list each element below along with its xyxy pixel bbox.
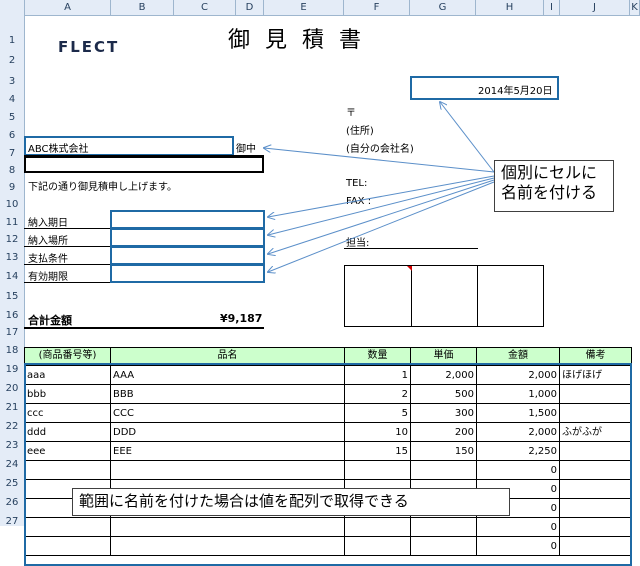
arrow-to-field-1: [268, 175, 495, 217]
arrow-to-field-3: [268, 179, 495, 254]
arrow-to-field-2: [268, 177, 495, 235]
arrow-to-customer: [264, 148, 495, 173]
annotation-arrows: [0, 0, 495, 566]
range-name-callout: 範囲に名前を付けた場合は値を配列で取得できる: [72, 488, 510, 516]
cell-name-callout: 個別にセルに 名前を付ける: [494, 160, 614, 212]
arrow-to-field-4: [268, 181, 495, 272]
arrow-to-date: [440, 102, 495, 173]
